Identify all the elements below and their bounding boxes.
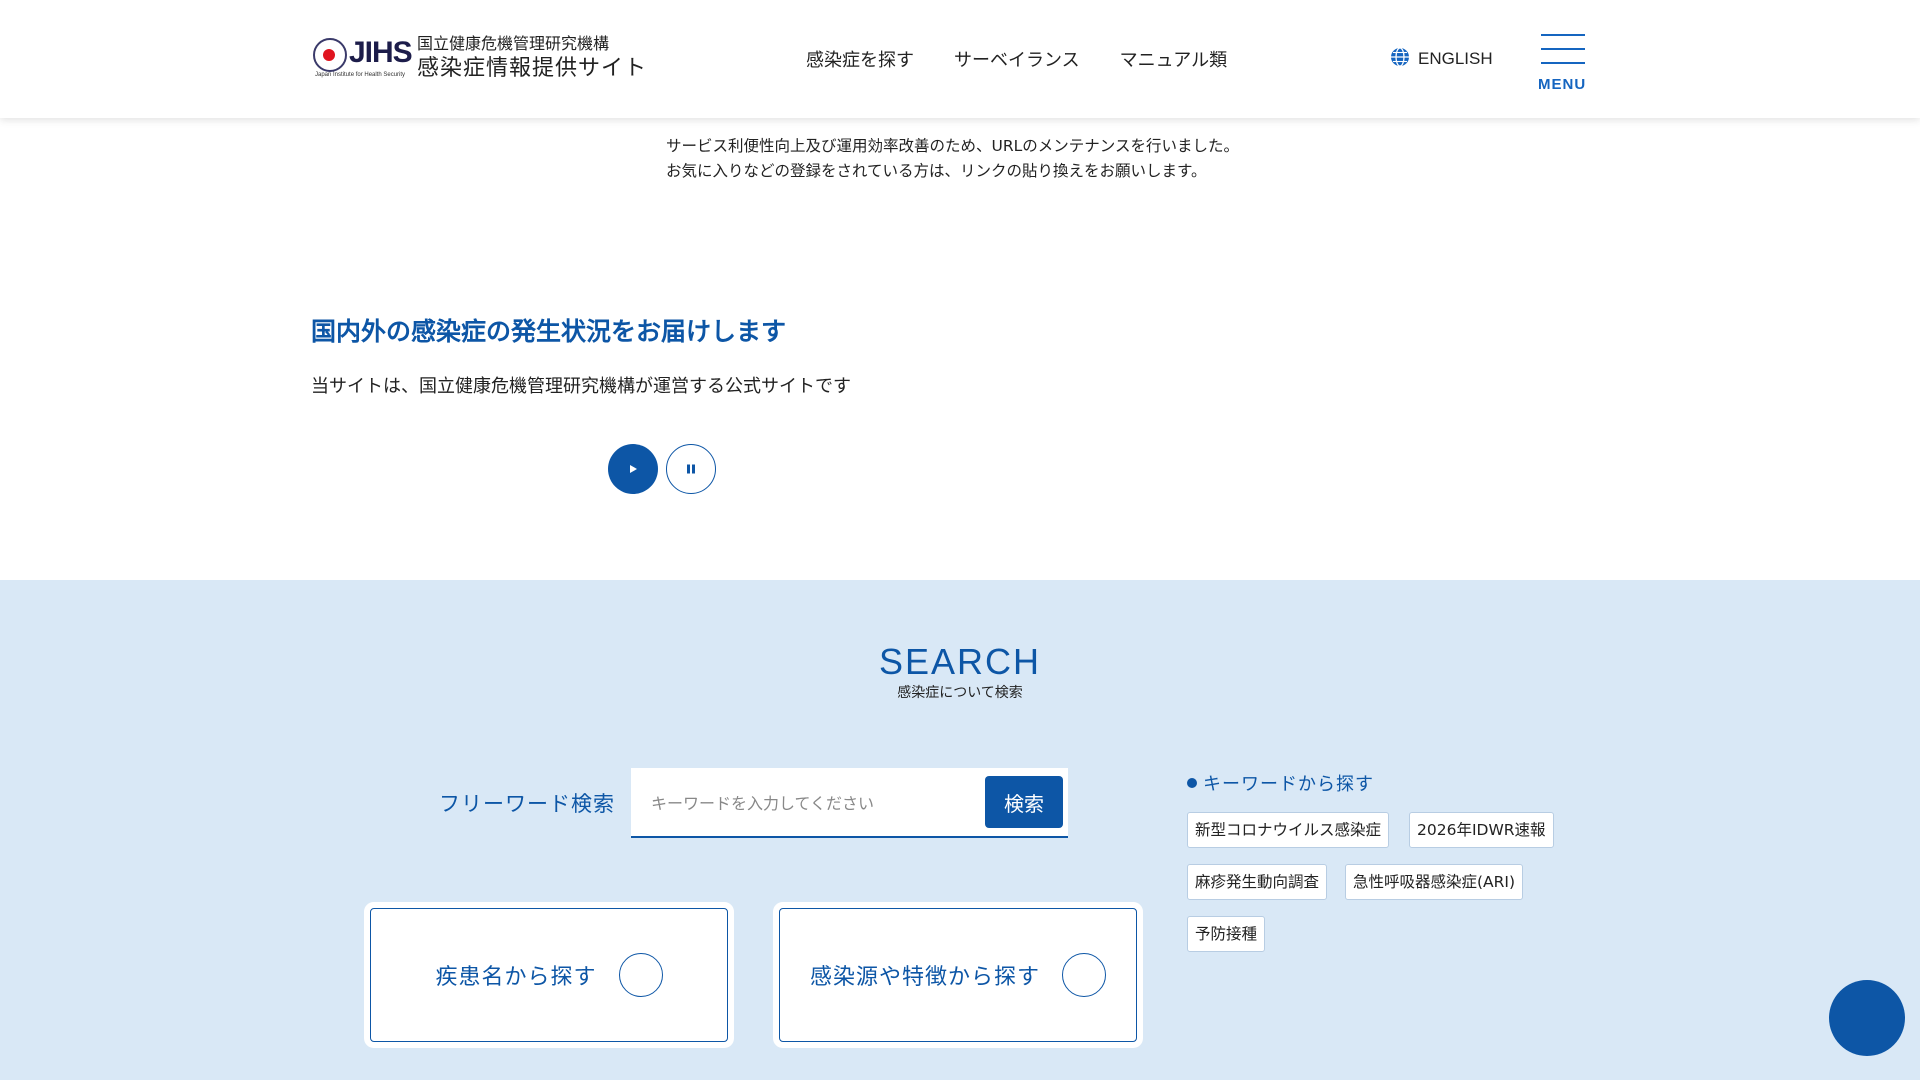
nav-item-find-disease[interactable]: 感染症を探す	[806, 46, 914, 72]
circle-arrow-icon	[618, 953, 663, 997]
search-submit-button[interactable]: 検索	[985, 776, 1063, 828]
global-nav: 感染症を探す サーベイランス マニュアル類	[806, 46, 1227, 72]
search-heading-ja: 感染症について検索	[897, 685, 1023, 701]
organization-name: 国立健康危機管理研究機構	[417, 34, 610, 53]
site-header: JIHS Japan Institute for Health Security…	[0, 0, 1920, 118]
notice-line: サービス利便性向上及び運用効率改善のため、URLのメンテナンスを行いました。	[666, 137, 1239, 155]
hamburger-icon-bar	[1541, 62, 1585, 64]
language-switch[interactable]: ENGLISH	[1390, 47, 1493, 71]
keyword-search-title: キーワードから探す	[1187, 770, 1374, 796]
keyword-tag[interactable]: 2026年IDWR速報	[1409, 812, 1554, 848]
play-button[interactable]	[608, 444, 658, 494]
pause-button[interactable]	[666, 444, 716, 494]
search-section: SEARCH 感染症について検索 フリーワード検索 検索 疾患名から探す 感染源…	[0, 580, 1920, 1080]
hamburger-icon-bar	[1541, 48, 1585, 50]
hamburger-icon-bar	[1541, 34, 1585, 36]
keyword-tag[interactable]: 予防接種	[1187, 916, 1266, 952]
jihs-logo-mark: JIHS Japan Institute for Health Security	[311, 34, 413, 84]
freeword-label: フリーワード検索	[439, 792, 615, 816]
maintenance-notice: サービス利便性向上及び運用効率改善のため、URLのメンテナンスを行いました。 お…	[666, 134, 1239, 184]
play-icon	[630, 465, 637, 473]
circle-arrow-icon	[1062, 953, 1106, 997]
floating-action-button[interactable]	[1829, 980, 1905, 1056]
find-by-source-card[interactable]: 感染源や特徴から探す	[779, 908, 1137, 1042]
keyword-tag[interactable]: 新型コロナウイルス感染症	[1187, 812, 1390, 848]
hero-description: 当サイトは、国立健康危機管理研究機構が運営する公式サイトです	[311, 376, 851, 397]
menu-label: MENU	[1538, 76, 1587, 93]
hero-title: 国内外の感染症の発生状況をお届けします	[311, 317, 787, 346]
logo-text: JIHS	[349, 36, 413, 69]
site-name: 感染症情報提供サイト	[417, 56, 648, 81]
keyword-tag[interactable]: 急性呼吸器感染症(ARI)	[1345, 864, 1524, 900]
globe-icon	[1390, 47, 1410, 71]
nav-item-surveillance[interactable]: サーベイランス	[954, 46, 1080, 72]
keyword-tag[interactable]: 麻疹発生動向調査	[1187, 864, 1328, 900]
site-logo[interactable]: JIHS Japan Institute for Health Security…	[311, 34, 647, 84]
card-label: 感染源や特徴から探す	[809, 965, 1040, 990]
keyword-title-text: キーワードから探す	[1203, 774, 1374, 795]
nav-item-manuals[interactable]: マニュアル類	[1120, 46, 1227, 72]
language-label: ENGLISH	[1418, 49, 1493, 68]
logo-subtext: Japan Institute for Health Security	[315, 72, 406, 78]
search-input[interactable]	[651, 786, 951, 820]
find-by-disease-name-card[interactable]: 疾患名から探す	[370, 908, 728, 1042]
notice-line: お気に入りなどの登録をされている方は、リンクの貼り換えをお願いします。	[666, 162, 1207, 180]
freeword-search-box: 検索	[631, 768, 1068, 838]
search-heading-en: SEARCH	[878, 641, 1042, 682]
search-heading: SEARCH 感染症について検索	[0, 640, 1920, 702]
menu-button[interactable]: MENU	[1538, 32, 1586, 98]
bullet-icon	[1187, 778, 1197, 788]
card-label: 疾患名から探す	[435, 965, 597, 990]
pause-icon	[687, 464, 695, 474]
logo-red-dot	[323, 49, 335, 61]
